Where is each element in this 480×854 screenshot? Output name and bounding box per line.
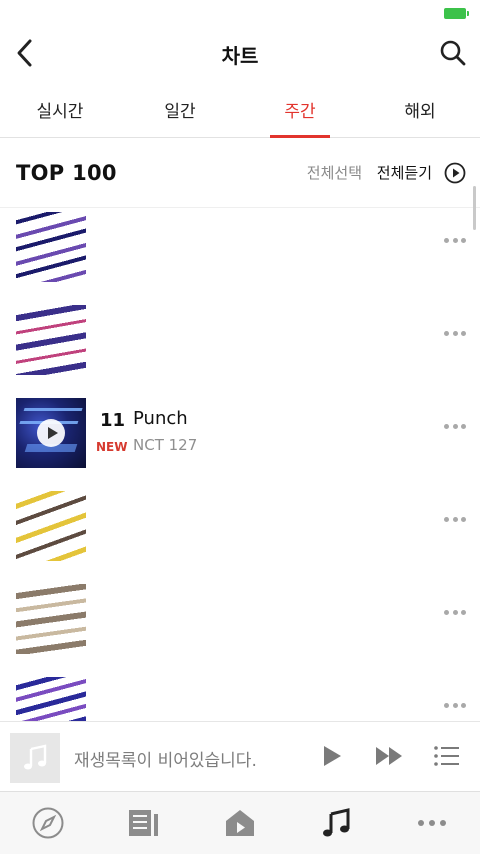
album-art[interactable] bbox=[16, 677, 86, 721]
home-video-icon bbox=[226, 810, 254, 836]
mini-player: 재생목록이 비어있습니다. bbox=[0, 721, 480, 791]
album-art[interactable] bbox=[16, 212, 86, 282]
playlist-button[interactable] bbox=[432, 742, 462, 770]
more-options-icon[interactable] bbox=[444, 422, 466, 430]
chart-period-tabs: 실시간 일간 주간 해외 bbox=[0, 82, 480, 138]
album-art[interactable] bbox=[16, 398, 86, 468]
more-options-icon[interactable] bbox=[444, 236, 466, 244]
playlist-empty-text: 재생목록이 비어있습니다. bbox=[74, 751, 257, 771]
chart-list: 11 NEW Punch NCT 127 bbox=[0, 208, 480, 721]
chart-row[interactable] bbox=[0, 479, 480, 572]
section-title: TOP 100 bbox=[16, 160, 117, 185]
listen-all-button[interactable]: 전체듣기 bbox=[377, 162, 432, 183]
back-button[interactable] bbox=[8, 36, 42, 70]
more-icon bbox=[418, 820, 446, 826]
play-all-icon[interactable] bbox=[444, 162, 466, 184]
compass-icon bbox=[32, 807, 64, 839]
chart-row[interactable] bbox=[0, 293, 480, 386]
chart-row[interactable] bbox=[0, 208, 480, 293]
play-icon bbox=[324, 746, 341, 766]
song-title[interactable]: Punch bbox=[133, 408, 188, 429]
scrollbar[interactable] bbox=[473, 186, 476, 230]
nav-more[interactable] bbox=[384, 792, 480, 854]
music-note-icon bbox=[323, 808, 350, 837]
chart-section-bar: TOP 100 전체선택 전체듣기 bbox=[0, 138, 480, 208]
more-options-icon[interactable] bbox=[444, 515, 466, 523]
chart-row[interactable] bbox=[0, 665, 480, 721]
new-badge: NEW bbox=[96, 440, 128, 454]
nav-music[interactable] bbox=[288, 792, 384, 854]
app-header: 차트 bbox=[0, 26, 480, 82]
music-note-icon bbox=[24, 744, 47, 770]
chevron-left-icon bbox=[17, 39, 32, 67]
artist-name[interactable]: NCT 127 bbox=[133, 436, 197, 454]
tab-realtime[interactable]: 실시간 bbox=[0, 82, 120, 137]
nav-discover[interactable] bbox=[0, 792, 96, 854]
fast-forward-icon bbox=[376, 747, 402, 765]
play-icon[interactable] bbox=[37, 419, 65, 447]
tab-daily[interactable]: 일간 bbox=[120, 82, 240, 137]
page-title: 차트 bbox=[221, 43, 259, 68]
bottom-navigation bbox=[0, 791, 480, 854]
album-art[interactable] bbox=[16, 584, 86, 654]
more-options-icon[interactable] bbox=[444, 608, 466, 616]
tab-overseas[interactable]: 해외 bbox=[360, 82, 480, 137]
list-icon bbox=[434, 746, 459, 766]
now-playing-art[interactable] bbox=[10, 733, 60, 783]
chart-row[interactable] bbox=[0, 572, 480, 665]
select-all-button[interactable]: 전체선택 bbox=[307, 162, 362, 183]
more-options-icon[interactable] bbox=[444, 701, 466, 709]
album-art[interactable] bbox=[16, 305, 86, 375]
nav-library[interactable] bbox=[96, 792, 192, 854]
search-button[interactable] bbox=[436, 36, 470, 70]
next-button[interactable] bbox=[372, 742, 406, 770]
album-art[interactable] bbox=[16, 491, 86, 561]
playlist-icon bbox=[129, 810, 158, 836]
more-options-icon[interactable] bbox=[444, 329, 466, 337]
search-icon bbox=[440, 40, 466, 66]
play-button[interactable] bbox=[318, 742, 346, 770]
chart-row[interactable]: 11 NEW Punch NCT 127 bbox=[0, 386, 480, 479]
status-bar bbox=[0, 0, 480, 26]
nav-video[interactable] bbox=[192, 792, 288, 854]
tab-weekly[interactable]: 주간 bbox=[240, 82, 360, 137]
rank-number: 11 bbox=[100, 410, 126, 431]
battery-icon bbox=[444, 8, 469, 19]
